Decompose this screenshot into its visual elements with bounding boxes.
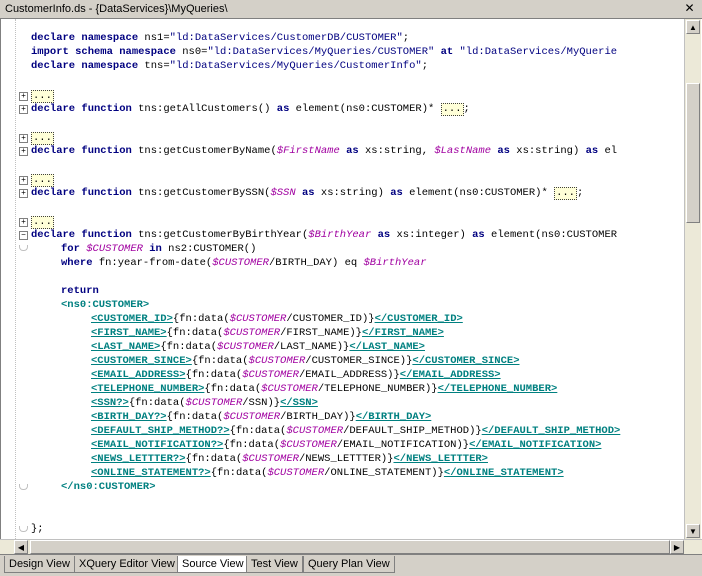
fold-end-marker [19, 526, 28, 532]
code-line: return [61, 285, 99, 297]
down-arrow-icon[interactable]: ▼ [686, 524, 700, 538]
source-editor[interactable]: declare namespace ns1="ld:DataServices/C… [0, 19, 684, 539]
right-arrow-icon[interactable]: ▶ [670, 540, 684, 554]
code-line: <SSN?>{fn:data($CUSTOMER/SSN)}</SSN> [91, 397, 318, 409]
title-bar: CustomerInfo.ds - {DataServices}\MyQueri… [0, 0, 702, 19]
fold-marker[interactable]: ... [554, 187, 577, 200]
close-icon[interactable]: ✕ [683, 2, 696, 15]
code-line: declare namespace tns="ld:DataServices/M… [31, 60, 428, 72]
vertical-scroll-thumb[interactable] [686, 83, 700, 223]
tab-source-view[interactable]: Source View [177, 556, 249, 573]
code-line: <DEFAULT_SHIP_METHOD?>{fn:data($CUSTOMER… [91, 425, 621, 437]
code-line: import schema namespace ns0="ld:DataServ… [31, 46, 618, 58]
code-line: declare function tns:getAllCustomers() a… [31, 103, 470, 116]
code-line: <CUSTOMER_SINCE>{fn:data($CUSTOMER/CUSTO… [91, 355, 520, 367]
up-arrow-icon[interactable]: ▲ [686, 20, 700, 34]
vertical-scrollbar[interactable]: ▲ ▼ [684, 19, 701, 539]
folded-comment[interactable]: ... [31, 131, 54, 145]
horizontal-scroll-thumb[interactable] [30, 540, 670, 554]
code-line: declare function tns:getCustomerByBirthY… [31, 229, 618, 241]
code-line: <BIRTH_DAY?>{fn:data($CUSTOMER/BIRTH_DAY… [91, 411, 432, 423]
fold-marker[interactable]: ... [440, 103, 464, 116]
code-line: declare function tns:getCustomerByName($… [31, 145, 618, 157]
folded-comment[interactable]: ... [31, 173, 54, 187]
tab-query-plan-view[interactable]: Query Plan View [303, 556, 395, 573]
code-line: </ns0:CUSTOMER> [61, 481, 156, 493]
tab-xquery-editor-view[interactable]: XQuery Editor View [74, 556, 180, 573]
plus-icon[interactable]: + [19, 92, 28, 101]
folded-comment[interactable]: ... [31, 215, 54, 229]
code-line: <TELEPHONE_NUMBER>{fn:data($CUSTOMER/TEL… [91, 383, 558, 395]
tab-test-view[interactable]: Test View [246, 556, 303, 573]
view-tabs: Design View XQuery Editor View Source Vi… [0, 554, 702, 576]
code-line: declare function tns:getCustomerBySSN($S… [31, 187, 584, 200]
code-line: <EMAIL_NOTIFICATION?>{fn:data($CUSTOMER/… [91, 439, 602, 451]
code-line: <LAST_NAME>{fn:data($CUSTOMER/LAST_NAME)… [91, 341, 425, 353]
tab-design-view[interactable]: Design View [4, 556, 75, 573]
code-line: where fn:year-from-date($CUSTOMER/BIRTH_… [61, 257, 427, 269]
plus-icon[interactable]: + [19, 147, 28, 156]
plus-icon[interactable]: + [19, 189, 28, 198]
left-arrow-icon[interactable]: ◀ [14, 540, 28, 554]
horizontal-scrollbar[interactable]: ◀ ▶ [0, 539, 702, 554]
plus-icon[interactable]: + [19, 176, 28, 185]
code-line: for $CUSTOMER in ns2:CUSTOMER() [61, 243, 257, 255]
plus-icon[interactable]: + [19, 134, 28, 143]
minus-icon[interactable]: − [19, 231, 28, 240]
folded-comment[interactable]: ... [31, 89, 54, 103]
code-line: <ONLINE_STATEMENT?>{fn:data($CUSTOMER/ON… [91, 467, 564, 479]
code-area[interactable]: declare namespace ns1="ld:DataServices/C… [1, 19, 620, 535]
code-line: <ns0:CUSTOMER> [61, 299, 150, 311]
code-line: <CUSTOMER_ID>{fn:data($CUSTOMER/CUSTOMER… [91, 313, 463, 325]
plus-icon[interactable]: + [19, 218, 28, 227]
code-line: <EMAIL_ADDRESS>{fn:data($CUSTOMER/EMAIL_… [91, 369, 501, 381]
code-line: declare namespace ns1="ld:DataServices/C… [31, 32, 410, 44]
fold-end-marker [19, 484, 28, 490]
plus-icon[interactable]: + [19, 105, 28, 114]
code-line: <FIRST_NAME>{fn:data($CUSTOMER/FIRST_NAM… [91, 327, 444, 339]
window-title: CustomerInfo.ds - {DataServices}\MyQueri… [5, 3, 228, 15]
code-line: }; [31, 523, 44, 535]
fold-end-marker [19, 245, 28, 251]
code-line: <NEWS_LETTTER?>{fn:data($CUSTOMER/NEWS_L… [91, 453, 488, 465]
